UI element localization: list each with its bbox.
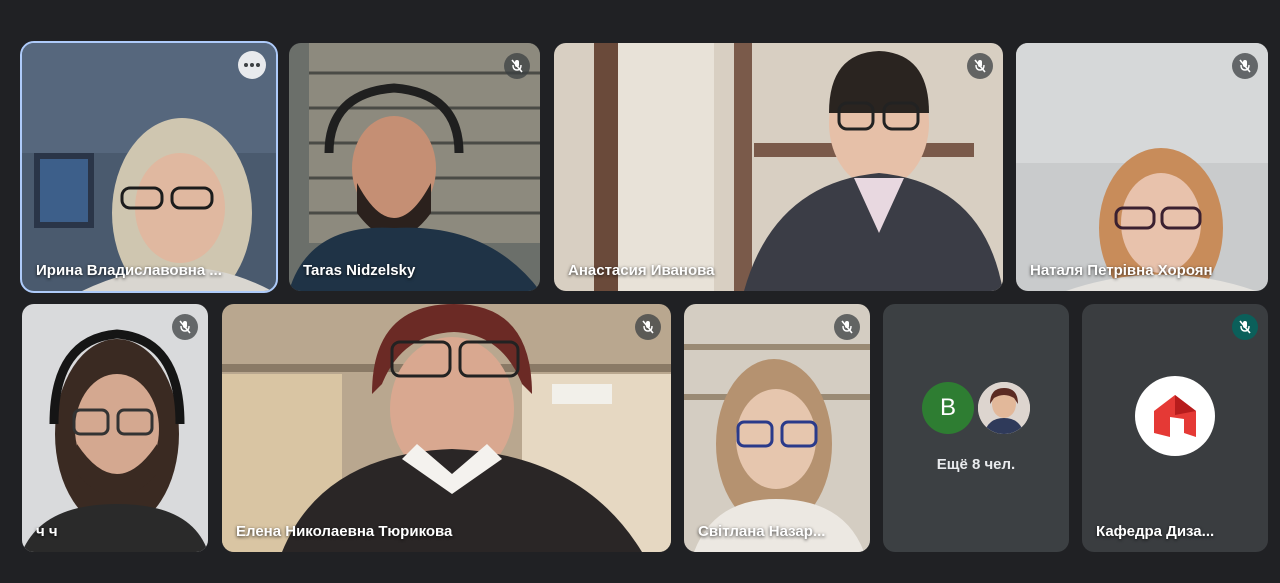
mic-off-icon [974,59,986,73]
video-feed [1016,43,1268,291]
overflow-avatars: B [883,382,1069,434]
participant-name: Taras Nidzelsky [303,262,416,279]
mic-off-icon [841,320,853,334]
participant-tile-anastasia[interactable]: Анастасия Иванова [554,43,1003,291]
participant-tile-irina[interactable]: Ирина Владиславовна ... [20,41,278,293]
mute-indicator [172,314,198,340]
participant-tile-taras[interactable]: Taras Nidzelsky [289,43,540,291]
more-participants-label: Ещё 8 чел. [936,456,1016,473]
mic-off-icon [1239,59,1251,73]
participant-tile-elena[interactable]: Елена Николаевна Тюрикова [222,304,671,552]
video-feed [289,43,540,291]
participant-name: Ирина Владиславовна ... [36,262,222,279]
participant-tile-svitlana[interactable]: Світлана Назар... [684,304,870,552]
avatar-letter: B [939,394,956,421]
house-logo-icon [1154,395,1196,437]
video-feed [22,43,276,291]
video-feed [22,304,208,552]
more-options-button[interactable] [238,51,266,79]
mute-indicator [635,314,661,340]
mic-off-icon [1239,320,1251,334]
mic-off-icon [642,320,654,334]
participant-name: Елена Николаевна Тюрикова [236,523,453,540]
participant-name: Анастасия Иванова [568,262,715,279]
avatar [978,382,1030,434]
participant-tile-ch-ch[interactable]: ч ч [22,304,208,552]
mic-off-icon [179,320,191,334]
participant-name: Кафедра Диза... [1096,523,1215,540]
video-feed [222,304,671,552]
profile-logo [1135,376,1215,456]
mute-indicator [1232,314,1258,340]
mute-indicator [967,53,993,79]
participant-name: Наталя Петрівна Хороян [1030,262,1213,279]
video-feed [684,304,870,552]
mic-off-icon [511,59,523,73]
mute-indicator [504,53,530,79]
more-participants-tile[interactable]: B Ещё 8 чел. [883,304,1069,552]
participant-name: Світлана Назар... [698,523,826,540]
participant-tile-natalia[interactable]: Наталя Петрівна Хороян [1016,43,1268,291]
participant-name: ч ч [36,523,58,540]
more-options-icon [244,63,260,67]
avatar-photo [978,382,1030,434]
mute-indicator [1232,53,1258,79]
avatar: B [922,382,974,434]
mute-indicator [834,314,860,340]
participant-tile-kafedra[interactable]: Кафедра Диза... [1082,304,1268,552]
video-feed [554,43,1003,291]
